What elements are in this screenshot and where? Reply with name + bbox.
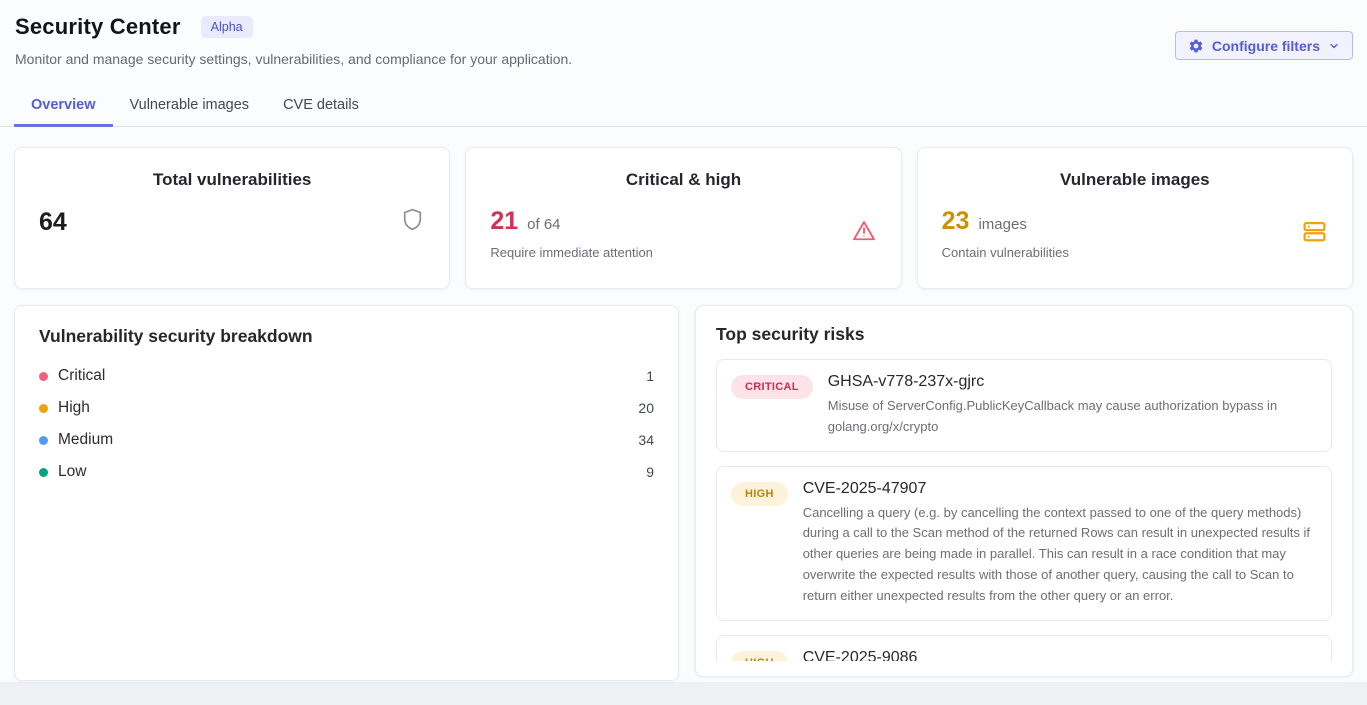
risk-item-ghsa-v778-237x-gjrc[interactable]: CRITICAL GHSA-v778-237x-gjrc Misuse of S… — [716, 359, 1332, 452]
vulnerable-images-suffix: images — [978, 216, 1026, 233]
severity-badge: HIGH — [731, 482, 788, 506]
legend-row-critical[interactable]: Critical 1 — [39, 360, 654, 392]
low-dot-icon — [39, 468, 48, 477]
tab-overview[interactable]: Overview — [14, 88, 113, 127]
risk-item-cve-2025-47907[interactable]: HIGH CVE-2025-47907 Cancelling a query (… — [716, 466, 1332, 621]
configure-filters-button[interactable]: Configure filters — [1175, 31, 1353, 60]
critical-high-value: 21 — [490, 207, 518, 236]
breakdown-legend: Critical 1 High 20 Medium 34 — [39, 360, 654, 488]
stats-row: Total vulnerabilities 64 Critical & high… — [14, 147, 1353, 289]
stat-title: Total vulnerabilities — [39, 170, 425, 190]
server-icon — [1301, 218, 1328, 250]
stat-content: 23 images Contain vulnerabilities — [942, 207, 1069, 260]
legend-label: Medium — [58, 431, 113, 449]
stat-card-critical-high: Critical & high 21 of 64 Require immedia… — [465, 147, 901, 289]
shield-icon — [400, 207, 425, 237]
chevron-down-icon — [1328, 40, 1340, 52]
legend-label: Low — [58, 463, 86, 481]
risk-id: CVE-2025-47907 — [803, 480, 1317, 498]
legend-label: High — [58, 399, 90, 417]
legend-row-high[interactable]: High 20 — [39, 392, 654, 424]
legend-value: 9 — [646, 464, 654, 480]
tab-cve-details[interactable]: CVE details — [266, 88, 376, 127]
stat-card-vulnerable-images: Vulnerable images 23 images Contain vuln… — [917, 147, 1353, 289]
high-dot-icon — [39, 404, 48, 413]
risk-description: Misuse of ServerConfig.PublicKeyCallback… — [828, 396, 1317, 438]
risk-id: CVE-2025-9086 — [803, 649, 918, 661]
alpha-badge: Alpha — [201, 16, 253, 38]
tab-vulnerable-images[interactable]: Vulnerable images — [113, 88, 267, 127]
page-title: Security Center — [15, 14, 181, 40]
risks-title: Top security risks — [716, 324, 1332, 345]
severity-badge: CRITICAL — [731, 375, 813, 399]
page-header: Security Center Alpha — [14, 14, 1353, 40]
medium-dot-icon — [39, 436, 48, 445]
severity-badge: HIGH — [731, 651, 788, 661]
legend-value: 1 — [646, 368, 654, 384]
tab-bar: Overview Vulnerable images CVE details — [0, 88, 1367, 127]
legend-value: 20 — [638, 400, 654, 416]
legend-row-low[interactable]: Low 9 — [39, 456, 654, 488]
critical-dot-icon — [39, 372, 48, 381]
total-vulnerabilities-value: 64 — [39, 208, 67, 237]
vulnerable-images-value: 23 — [942, 207, 970, 236]
critical-high-suffix: of 64 — [527, 216, 560, 233]
stat-title: Critical & high — [490, 170, 876, 190]
risk-id: GHSA-v778-237x-gjrc — [828, 373, 1317, 391]
configure-filters-label: Configure filters — [1212, 38, 1320, 54]
security-center-page: Security Center Alpha Monitor and manage… — [0, 0, 1367, 682]
warning-icon — [851, 218, 877, 249]
stat-card-total-vulnerabilities: Total vulnerabilities 64 — [14, 147, 450, 289]
stat-title: Vulnerable images — [942, 170, 1328, 190]
top-security-risks-card: Top security risks CRITICAL GHSA-v778-23… — [695, 305, 1353, 677]
vulnerable-images-note: Contain vulnerabilities — [942, 245, 1069, 260]
stat-content: 21 of 64 Require immediate attention — [490, 207, 653, 260]
breakdown-title: Vulnerability security breakdown — [39, 326, 654, 347]
risk-description: Cancelling a query (e.g. by cancelling t… — [803, 503, 1317, 607]
gear-icon — [1188, 38, 1204, 54]
risk-item-cve-2025-9086[interactable]: HIGH CVE-2025-9086 — [716, 635, 1332, 661]
vulnerability-breakdown-card: Vulnerability security breakdown Critica… — [14, 305, 679, 681]
risk-content: CVE-2025-47907 Cancelling a query (e.g. … — [803, 480, 1317, 607]
lower-row: Vulnerability security breakdown Critica… — [14, 305, 1353, 681]
risk-content: GHSA-v778-237x-gjrc Misuse of ServerConf… — [828, 373, 1317, 438]
legend-value: 34 — [638, 432, 654, 448]
legend-row-medium[interactable]: Medium 34 — [39, 424, 654, 456]
critical-high-note: Require immediate attention — [490, 245, 653, 260]
risk-content: CVE-2025-9086 — [803, 649, 918, 661]
page-subtitle: Monitor and manage security settings, vu… — [14, 51, 1353, 67]
risk-list: CRITICAL GHSA-v778-237x-gjrc Misuse of S… — [716, 359, 1332, 661]
legend-label: Critical — [58, 367, 105, 385]
